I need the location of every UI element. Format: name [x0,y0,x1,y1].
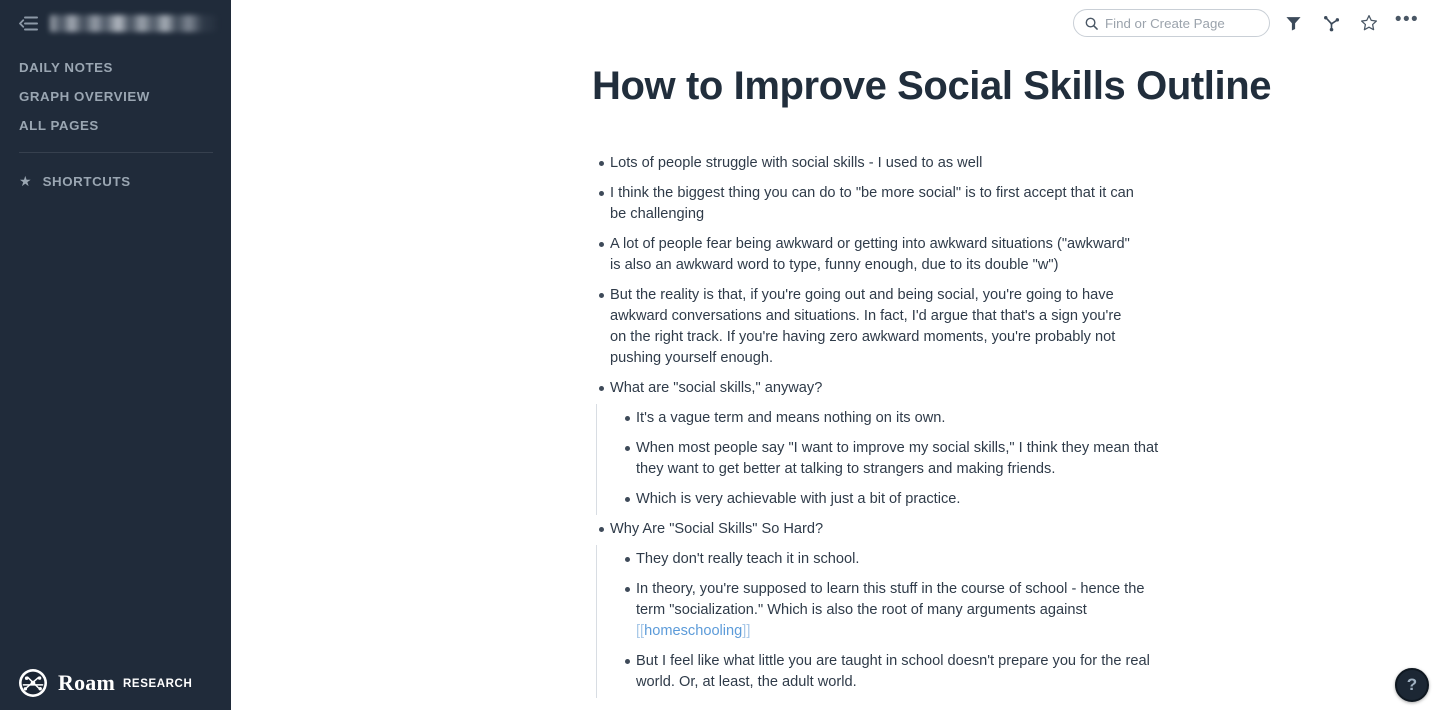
sidebar-item-daily-notes[interactable]: DAILY NOTES [0,53,231,82]
bullet-icon[interactable] [592,183,610,197]
block: They don't really teach it in school. [618,545,1438,575]
bullet-icon[interactable] [592,378,610,392]
block: A lot of people fear being awkward or ge… [592,230,1438,281]
block: But the reality is that, if you're going… [592,281,1438,374]
block-text[interactable]: What are "social skills," anyway? [610,378,822,399]
block-text-segment: In theory, you're supposed to learn this… [636,581,1145,619]
block-text[interactable]: I think the biggest thing you can do to … [610,183,1140,225]
block-text[interactable]: Lots of people struggle with social skil… [610,153,982,174]
page-ref-open-bracket: [[ [636,623,645,640]
sidebar-header [0,0,231,46]
app-root: DAILY NOTES GRAPH OVERVIEW ALL PAGES ★ S… [0,0,1438,710]
block: It's a vague term and means nothing on i… [618,404,1438,434]
block-text[interactable]: But the reality is that, if you're going… [610,285,1140,369]
block: Why Are "Social Skills" So Hard? [592,515,1438,545]
collapse-sidebar-icon[interactable] [18,13,38,33]
block: What are "social skills," anyway? [592,374,1438,404]
shortcuts-label: SHORTCUTS [42,174,131,189]
bullet-icon[interactable] [592,285,610,299]
bullet-icon[interactable] [592,519,610,533]
bullet-icon[interactable] [618,651,636,665]
page-ref-label: homeschooling [644,623,743,640]
child-block-list: It's a vague term and means nothing on i… [595,403,1438,515]
help-button[interactable]: ? [1395,668,1429,702]
block-text[interactable]: Which is very achievable with just a bit… [636,489,960,510]
page-container: How to Improve Social Skills Outline Lot… [231,0,1438,698]
bullet-icon[interactable] [618,489,636,503]
block-text[interactable]: They don't really teach it in school. [636,549,859,570]
roam-logo-icon [19,669,47,697]
block-text[interactable]: Why Are "Social Skills" So Hard? [610,519,823,540]
roam-wordmark: Roam [58,670,116,695]
roam-research-logo[interactable]: Roam RESEARCH [18,668,192,698]
bullet-icon[interactable] [618,408,636,422]
roam-subwordmark: RESEARCH [123,677,193,690]
sidebar-item-graph-overview[interactable]: GRAPH OVERVIEW [0,82,231,111]
block: I think the biggest thing you can do to … [592,179,1438,230]
block-text[interactable]: It's a vague term and means nothing on i… [636,408,945,429]
block: When most people say "I want to improve … [618,434,1438,485]
block-text[interactable]: In theory, you're supposed to learn this… [636,579,1166,642]
page-ref-close-bracket: ]] [742,623,751,640]
block: But I feel like what little you are taug… [618,647,1438,698]
block-text[interactable]: When most people say "I want to improve … [636,438,1166,480]
page-title[interactable]: How to Improve Social Skills Outline [592,64,1438,109]
block: Lots of people struggle with social skil… [592,149,1438,179]
bullet-icon[interactable] [618,579,636,593]
block: Which is very achievable with just a bit… [618,485,1438,515]
page-reference-link[interactable]: [[homeschooling]] [636,623,750,639]
bullet-icon[interactable] [592,153,610,167]
sidebar-item-shortcuts[interactable]: ★ SHORTCUTS [0,153,231,189]
block-text[interactable]: A lot of people fear being awkward or ge… [610,234,1140,276]
sidebar-item-all-pages[interactable]: ALL PAGES [0,111,231,140]
graph-name-redacted[interactable] [50,15,217,32]
child-block-list: They don't really teach it in school. In… [595,544,1438,698]
sidebar-nav: DAILY NOTES GRAPH OVERVIEW ALL PAGES [0,46,231,140]
bullet-icon[interactable] [592,234,610,248]
bullet-icon[interactable] [618,549,636,563]
bullet-icon[interactable] [618,438,636,452]
block: In theory, you're supposed to learn this… [618,575,1438,647]
star-icon: ★ [19,173,32,189]
main-content: ••• How to Improve Social Skills Outline… [231,0,1438,710]
left-sidebar: DAILY NOTES GRAPH OVERVIEW ALL PAGES ★ S… [0,0,231,710]
block-list: Lots of people struggle with social skil… [592,149,1438,698]
block-text[interactable]: But I feel like what little you are taug… [636,651,1166,693]
